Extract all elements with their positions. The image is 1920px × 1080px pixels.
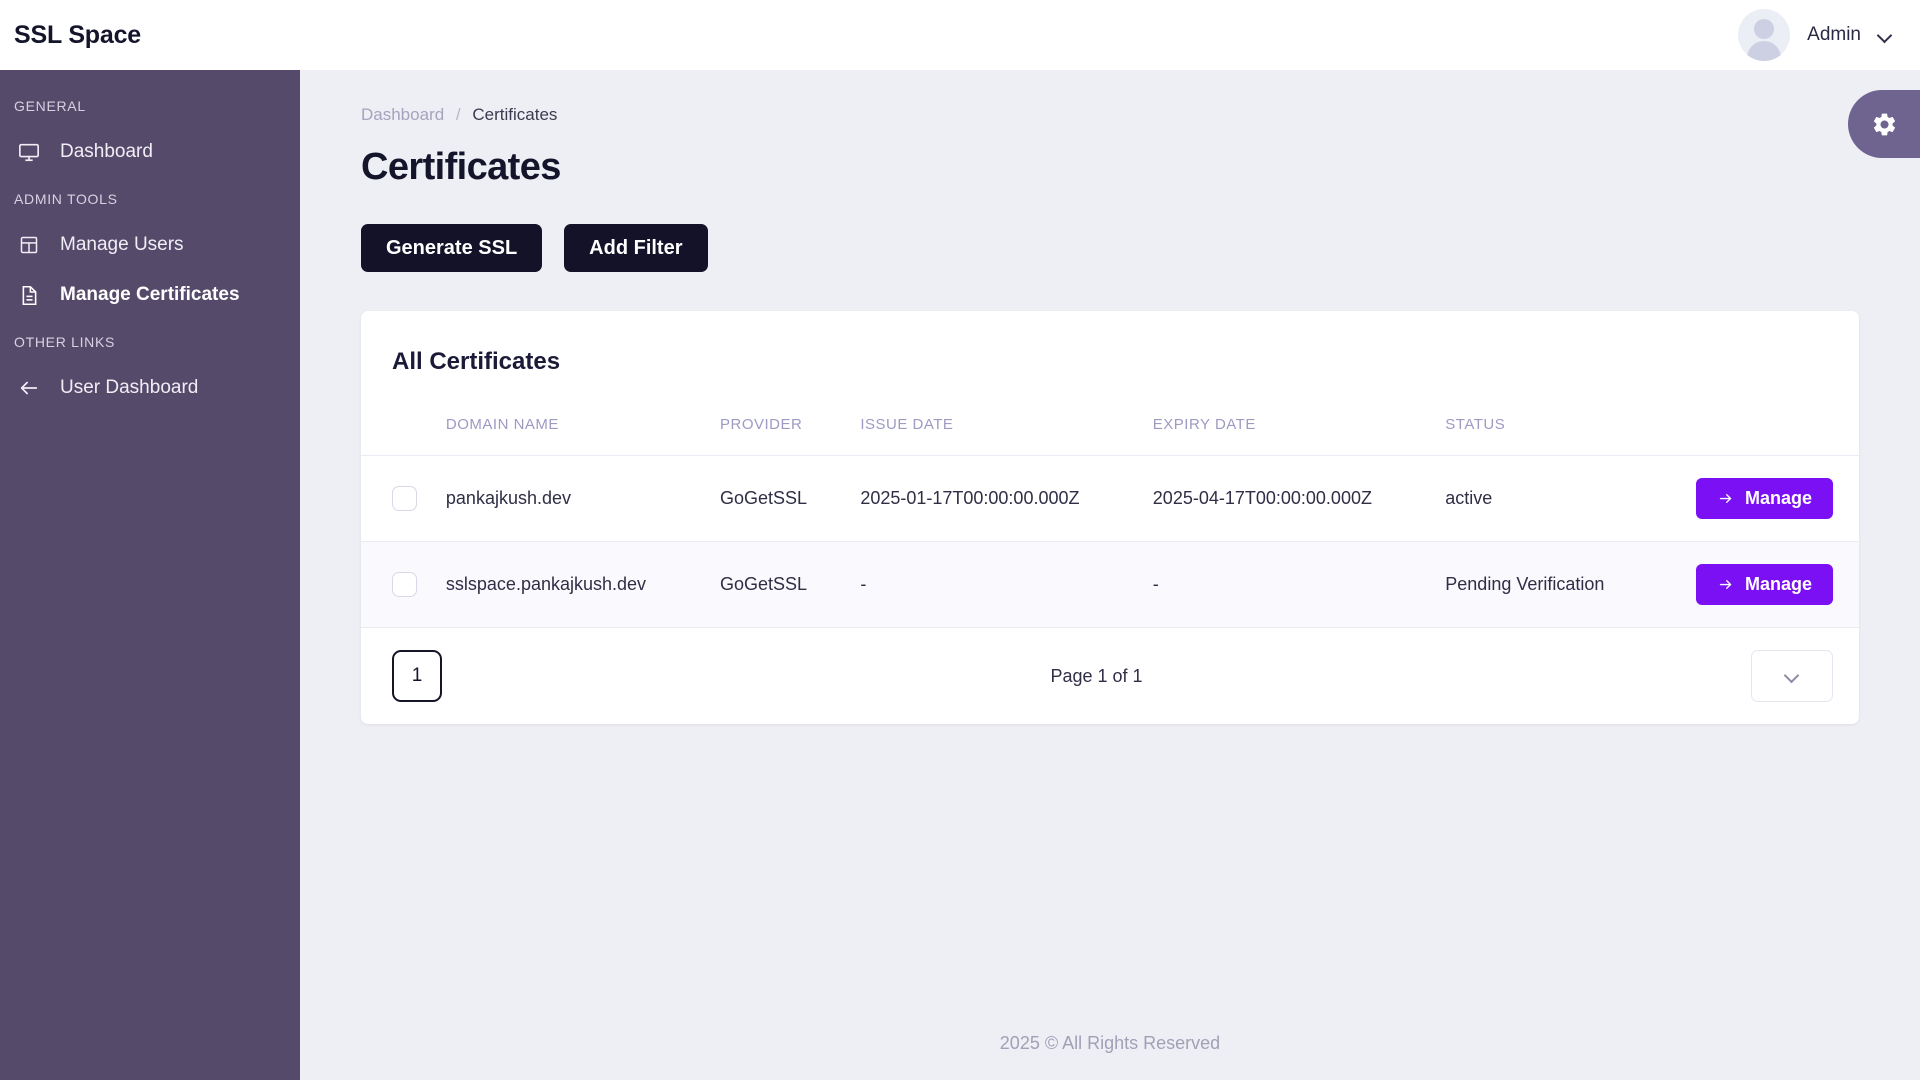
cell-action: Manage <box>1695 541 1859 628</box>
action-toolbar: Generate SSL Add Filter <box>300 189 1920 272</box>
settings-toggle-button[interactable] <box>1848 90 1920 158</box>
status-badge: Pending Verification <box>1445 541 1696 628</box>
add-filter-button[interactable]: Add Filter <box>564 224 708 272</box>
sidebar-item-manage-certificates[interactable]: Manage Certificates <box>0 270 300 320</box>
avatar-body <box>1747 41 1782 61</box>
sidebar-item-label: Manage Certificates <box>60 284 240 305</box>
page-indicator: Page 1 of 1 <box>1050 665 1143 686</box>
column-status: STATUS <box>1445 404 1696 456</box>
cell-domain-name: sslspace.pankajkush.dev <box>445 541 720 628</box>
table-header: DOMAIN NAME PROVIDER ISSUE DATE EXPIRY D… <box>361 404 1859 456</box>
arrow-right-icon <box>1719 494 1732 503</box>
manage-button-label: Manage <box>1744 488 1812 508</box>
manage-button[interactable]: Manage <box>1695 478 1833 519</box>
table-row: sslspace.pankajkush.dev GoGetSSL - - Pen… <box>361 541 1859 628</box>
rows-per-page-select[interactable] <box>1750 650 1833 702</box>
cell-expiry-date: 2025-04-17T00:00:00.000Z <box>1152 455 1446 542</box>
breadcrumb: Dashboard / Certificates <box>300 70 1920 125</box>
cell-issue-date: - <box>860 541 1153 628</box>
certificates-table: DOMAIN NAME PROVIDER ISSUE DATE EXPIRY D… <box>361 404 1859 628</box>
arrow-right-icon <box>1719 580 1732 589</box>
card-title: All Certificates <box>392 348 561 375</box>
sidebar-item-dashboard[interactable]: Dashboard <box>0 127 300 177</box>
page-title: Certificates <box>361 146 561 188</box>
certificates-card: All Certificates DOMAIN NAME PROVIDER IS… <box>361 311 1859 724</box>
cell-provider: GoGetSSL <box>720 541 861 628</box>
user-name-label: Admin <box>1807 24 1861 45</box>
page-number-button[interactable]: 1 <box>392 650 442 702</box>
cell-provider: GoGetSSL <box>720 455 861 542</box>
breadcrumb-current: Certificates <box>472 105 558 124</box>
sidebar-section-general: GENERAL <box>14 98 86 114</box>
table-icon <box>16 232 42 258</box>
column-select <box>361 404 446 456</box>
row-checkbox[interactable] <box>392 572 417 597</box>
avatar-head <box>1754 19 1775 39</box>
breadcrumb-dashboard-link[interactable]: Dashboard <box>361 105 444 124</box>
row-checkbox[interactable] <box>392 486 417 511</box>
breadcrumb-separator: / <box>455 105 461 124</box>
main-content: Dashboard / Certificates Certificates Ge… <box>300 70 1920 1080</box>
table-body: pankajkush.dev GoGetSSL 2025-01-17T00:00… <box>361 455 1859 628</box>
generate-ssl-button[interactable]: Generate SSL <box>361 224 543 272</box>
sidebar-section-admin-tools: ADMIN TOOLS <box>14 191 118 207</box>
manage-button-label: Manage <box>1744 574 1812 594</box>
column-issue-date: ISSUE DATE <box>860 404 1153 456</box>
cell-issue-date: 2025-01-17T00:00:00.000Z <box>860 455 1153 542</box>
chevron-down-icon[interactable] <box>1878 28 1892 42</box>
sidebar-item-user-dashboard[interactable]: User Dashboard <box>0 363 300 413</box>
sidebar: GENERAL Dashboard ADMIN TOOLS Manage Use… <box>0 70 300 1080</box>
column-action <box>1695 404 1859 456</box>
sidebar-section-other-links: OTHER LINKS <box>14 334 116 350</box>
sidebar-item-label: Manage Users <box>60 234 184 255</box>
top-header: SSL Space Admin <box>0 0 1920 70</box>
row-select-cell <box>361 455 446 542</box>
sidebar-item-manage-users[interactable]: Manage Users <box>0 220 300 270</box>
cell-action: Manage <box>1695 455 1859 542</box>
monitor-icon <box>16 139 42 165</box>
manage-button[interactable]: Manage <box>1695 564 1833 605</box>
app-root: SSL Space Admin GENERAL Dashboard ADMIN … <box>0 0 1920 1080</box>
column-domain-name: DOMAIN NAME <box>445 404 720 456</box>
table-header-row: DOMAIN NAME PROVIDER ISSUE DATE EXPIRY D… <box>361 404 1859 456</box>
row-select-cell <box>361 541 446 628</box>
footer: 2025 © All Rights Reserved <box>300 1006 1920 1080</box>
sidebar-item-label: Dashboard <box>60 141 153 162</box>
pagination-bar: 1 Page 1 of 1 <box>361 628 1859 724</box>
user-menu[interactable]: Admin <box>1738 9 1920 61</box>
status-badge: active <box>1445 455 1696 542</box>
footer-text: 2025 © All Rights Reserved <box>999 1032 1221 1053</box>
document-icon <box>16 282 42 308</box>
column-expiry-date: EXPIRY DATE <box>1152 404 1446 456</box>
chevron-down-icon <box>1785 669 1799 683</box>
table-row: pankajkush.dev GoGetSSL 2025-01-17T00:00… <box>361 455 1859 542</box>
avatar <box>1738 9 1791 61</box>
cell-domain-name: pankajkush.dev <box>445 455 720 542</box>
sidebar-item-label: User Dashboard <box>60 377 199 398</box>
arrow-left-icon <box>16 375 42 401</box>
cell-expiry-date: - <box>1152 541 1446 628</box>
column-provider: PROVIDER <box>720 404 861 456</box>
app-brand: SSL Space <box>14 20 141 49</box>
gear-icon <box>1873 113 1895 135</box>
